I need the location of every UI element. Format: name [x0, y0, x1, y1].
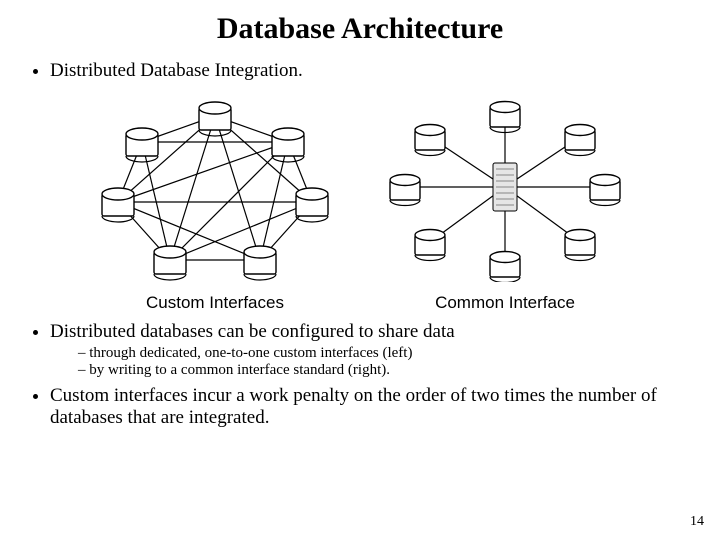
database-icon [102, 102, 328, 280]
subbullet-custom: through dedicated, one-to-one custom int… [78, 345, 692, 362]
figure-caption-right: Common Interface [380, 293, 630, 313]
bullet-penalty: Custom interfaces incur a work penalty o… [50, 385, 692, 429]
bullet-intro: Distributed Database Integration. [50, 60, 692, 82]
figure-custom-interfaces: Custom Interfaces [90, 92, 340, 313]
figure-common-interface: Common Interface [380, 92, 630, 313]
figure-caption-left: Custom Interfaces [90, 293, 340, 313]
slide-title: Database Architecture [28, 12, 692, 46]
server-icon [493, 163, 517, 211]
bullet-configured-text: Distributed databases can be configured … [50, 321, 455, 342]
page-number: 14 [690, 514, 704, 530]
subbullet-common: by writing to a common interface standar… [78, 362, 692, 379]
figure-row: Custom Interfaces [28, 92, 692, 313]
bullet-configured: Distributed databases can be configured … [50, 321, 692, 379]
